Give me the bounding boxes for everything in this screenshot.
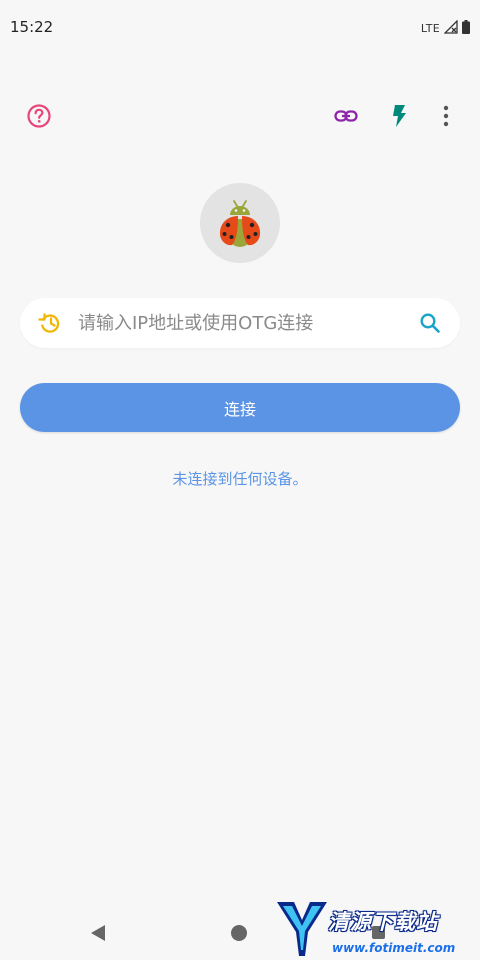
search-box: [20, 298, 460, 348]
flash-icon[interactable]: [379, 96, 419, 136]
recents-icon[interactable]: [372, 926, 385, 939]
status-bar: 15:22 LTE: [0, 0, 480, 56]
signal-icon: [443, 19, 458, 38]
battery-icon: [462, 19, 470, 38]
search-icon[interactable]: [416, 309, 444, 337]
help-icon[interactable]: [19, 96, 59, 136]
home-icon[interactable]: [231, 925, 247, 941]
status-indicators: LTE: [421, 19, 470, 38]
back-icon[interactable]: [91, 925, 105, 941]
ladybug-android-icon: [219, 200, 261, 247]
connect-button[interactable]: 连接: [20, 383, 460, 432]
history-icon[interactable]: [36, 309, 64, 337]
app-logo: [200, 183, 280, 263]
connection-status-text: 未连接到任何设备。: [172, 470, 308, 488]
network-type-label: LTE: [420, 22, 440, 35]
link-icon[interactable]: [326, 96, 366, 136]
ip-address-input[interactable]: [78, 306, 398, 340]
system-nav-bar: [0, 908, 480, 960]
more-vert-icon[interactable]: [426, 96, 466, 136]
top-toolbar: [0, 96, 480, 136]
status-time: 15:22: [10, 18, 54, 36]
